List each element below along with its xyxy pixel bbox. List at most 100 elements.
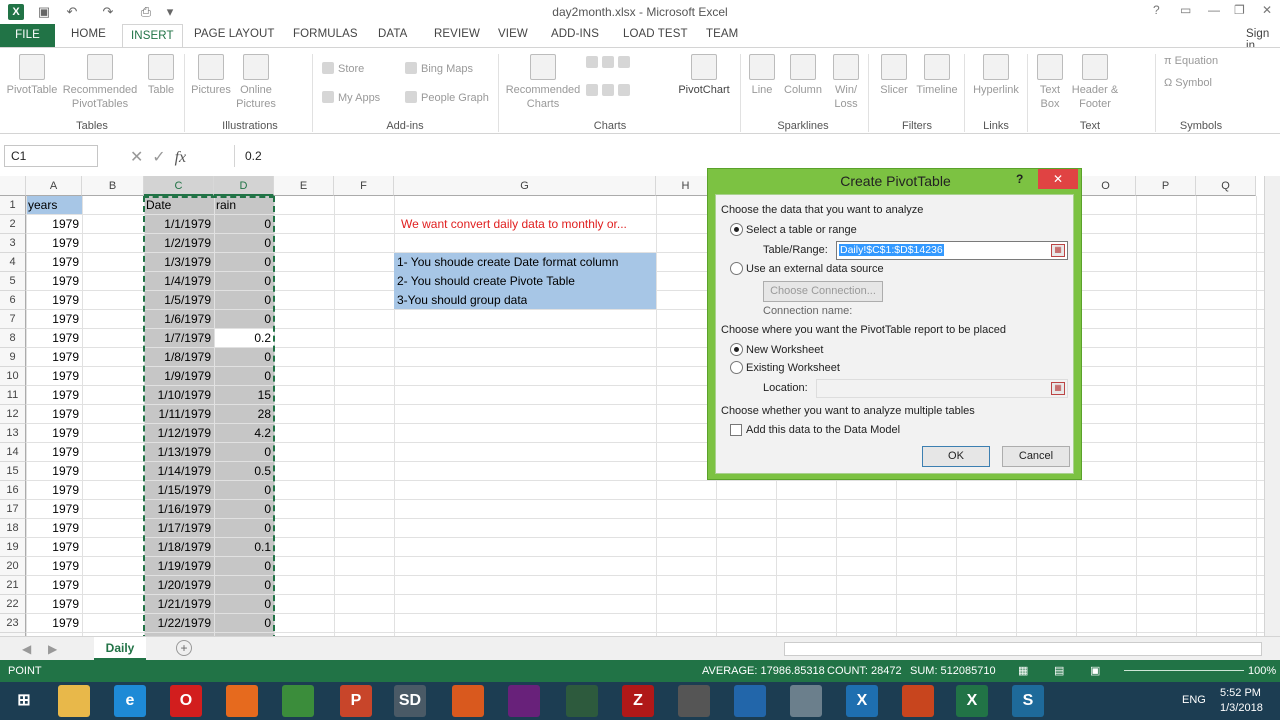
restore-icon[interactable]: ❐ bbox=[1234, 3, 1245, 17]
column-header-a[interactable]: A bbox=[26, 176, 82, 196]
cell-a[interactable]: 1979 bbox=[28, 538, 79, 557]
table-range-input[interactable]: Daily!$C$1:$D$14236 ▦ bbox=[836, 241, 1068, 260]
cell-a[interactable]: 1979 bbox=[28, 557, 79, 576]
row-header[interactable]: 5 bbox=[0, 272, 26, 291]
zoom-slider[interactable] bbox=[1124, 670, 1244, 671]
insert-function-icon[interactable]: fx bbox=[175, 149, 187, 166]
pivot-table-button[interactable]: PivotTable bbox=[4, 54, 60, 97]
filezilla-icon[interactable]: Z bbox=[622, 685, 654, 717]
calculator-icon[interactable] bbox=[790, 685, 822, 717]
people-graph-button[interactable]: People Graph bbox=[405, 91, 489, 105]
dialog-close-button[interactable]: ✕ bbox=[1038, 169, 1078, 189]
cancel-button[interactable]: Cancel bbox=[1002, 446, 1070, 467]
row-header[interactable]: 4 bbox=[0, 253, 26, 272]
cell-a[interactable]: 1979 bbox=[28, 481, 79, 500]
help-button[interactable]: ? bbox=[1153, 3, 1160, 17]
sheet-tab-daily[interactable]: Daily bbox=[94, 637, 146, 660]
cell-a[interactable]: 1979 bbox=[28, 272, 79, 291]
clock-time[interactable]: 5:52 PM bbox=[1220, 687, 1261, 699]
row-header[interactable]: 2 bbox=[0, 215, 26, 234]
cell-a[interactable]: 1979 bbox=[28, 614, 79, 633]
table-button[interactable]: Table bbox=[142, 54, 180, 97]
tab-load-test[interactable]: LOAD TEST bbox=[623, 28, 688, 40]
formula-input[interactable]: 0.2 bbox=[234, 145, 1264, 167]
recommended-pivot-button[interactable]: Recommended PivotTables bbox=[62, 54, 138, 111]
new-worksheet-radio[interactable] bbox=[730, 343, 743, 356]
online-pictures-button[interactable]: Online Pictures bbox=[234, 54, 278, 111]
row-header[interactable]: 12 bbox=[0, 405, 26, 424]
matlab-icon[interactable] bbox=[452, 685, 484, 717]
location-input[interactable]: ▦ bbox=[816, 379, 1068, 398]
column-header-q[interactable]: Q bbox=[1196, 176, 1256, 196]
tab-view[interactable]: VIEW bbox=[498, 28, 528, 40]
cell-a[interactable]: 1979 bbox=[28, 519, 79, 538]
tab-add-ins[interactable]: ADD-INS bbox=[551, 28, 599, 40]
timeline-button[interactable]: Timeline bbox=[914, 54, 960, 97]
cell-a[interactable]: years bbox=[28, 196, 79, 215]
settings-app-icon[interactable] bbox=[678, 685, 710, 717]
presentation-app-icon[interactable]: P bbox=[340, 685, 372, 717]
cell-a[interactable]: 1979 bbox=[28, 386, 79, 405]
column-header-c[interactable]: C bbox=[144, 176, 214, 196]
app-icon[interactable] bbox=[902, 685, 934, 717]
tab-home[interactable]: HOME bbox=[71, 28, 106, 40]
cancel-entry-icon[interactable]: ✕ bbox=[130, 149, 143, 166]
existing-worksheet-radio[interactable] bbox=[730, 361, 743, 374]
visual-studio-icon[interactable] bbox=[508, 685, 540, 717]
opera-icon[interactable]: O bbox=[170, 685, 202, 717]
cell-a[interactable]: 1979 bbox=[28, 367, 79, 386]
cell-a[interactable]: 1979 bbox=[28, 215, 79, 234]
row-header[interactable]: 21 bbox=[0, 576, 26, 595]
my-apps-button[interactable]: My Apps bbox=[322, 91, 380, 105]
row-header[interactable]: 9 bbox=[0, 348, 26, 367]
row-header[interactable]: 22 bbox=[0, 595, 26, 614]
cell-a[interactable]: 1979 bbox=[28, 576, 79, 595]
excel-taskbar-icon[interactable]: X bbox=[956, 685, 988, 717]
column-header-o[interactable]: O bbox=[1076, 176, 1136, 196]
next-sheet-icon[interactable]: ▶ bbox=[48, 642, 57, 656]
data-model-checkbox[interactable] bbox=[730, 424, 742, 436]
choose-connection-button[interactable]: Choose Connection... bbox=[763, 281, 883, 302]
xming-icon[interactable]: X bbox=[846, 685, 878, 717]
column-header-g[interactable]: G bbox=[394, 176, 656, 196]
sublime-icon[interactable]: S bbox=[1012, 685, 1044, 717]
column-header-b[interactable]: B bbox=[82, 176, 144, 196]
cell-a[interactable]: 1979 bbox=[28, 348, 79, 367]
row-header[interactable]: 10 bbox=[0, 367, 26, 386]
name-box[interactable]: C1 bbox=[4, 145, 98, 167]
cell-a[interactable]: 1979 bbox=[28, 595, 79, 614]
external-source-radio[interactable] bbox=[730, 262, 743, 275]
row-header[interactable]: 1 bbox=[0, 196, 26, 215]
prev-sheet-icon[interactable]: ◀ bbox=[22, 642, 31, 656]
firefox-icon[interactable] bbox=[226, 685, 258, 717]
minimize-icon[interactable]: — bbox=[1208, 3, 1220, 17]
symbol-button[interactable]: Ω Symbol bbox=[1164, 76, 1212, 90]
tab-insert[interactable]: INSERT bbox=[122, 24, 183, 48]
page-layout-view-icon[interactable]: ▤ bbox=[1054, 664, 1064, 677]
column-header-p[interactable]: P bbox=[1136, 176, 1196, 196]
page-break-view-icon[interactable]: ▣ bbox=[1090, 664, 1100, 677]
row-header[interactable]: 8 bbox=[0, 329, 26, 348]
range-picker-icon[interactable]: ▦ bbox=[1051, 244, 1065, 257]
internet-explorer-icon[interactable]: e bbox=[114, 685, 146, 717]
chart-types-gallery[interactable] bbox=[586, 56, 676, 116]
input-language[interactable]: ENG bbox=[1182, 694, 1206, 706]
zoom-level[interactable]: 100% bbox=[1248, 665, 1276, 677]
text-box-button[interactable]: Text Box bbox=[1032, 54, 1068, 111]
column-header-d[interactable]: D bbox=[214, 176, 274, 196]
location-picker-icon[interactable]: ▦ bbox=[1051, 382, 1065, 395]
sparkline-column-button[interactable]: Column bbox=[782, 54, 824, 97]
select-range-radio[interactable] bbox=[730, 223, 743, 236]
windows-start-icon[interactable]: ⊞ bbox=[8, 685, 40, 717]
normal-view-icon[interactable]: ▦ bbox=[1018, 664, 1028, 677]
row-header[interactable]: 23 bbox=[0, 614, 26, 633]
chrome-icon[interactable] bbox=[282, 685, 314, 717]
recommended-charts-button[interactable]: Recommended Charts bbox=[503, 54, 583, 111]
cell-a[interactable]: 1979 bbox=[28, 405, 79, 424]
tab-formulas[interactable]: FORMULAS bbox=[293, 28, 358, 40]
tab-team[interactable]: TEAM bbox=[706, 28, 738, 40]
close-window-icon[interactable]: ✕ bbox=[1262, 3, 1272, 17]
tab-data[interactable]: DATA bbox=[378, 28, 407, 40]
row-header[interactable]: 18 bbox=[0, 519, 26, 538]
enter-icon[interactable]: ✓ bbox=[152, 149, 165, 166]
